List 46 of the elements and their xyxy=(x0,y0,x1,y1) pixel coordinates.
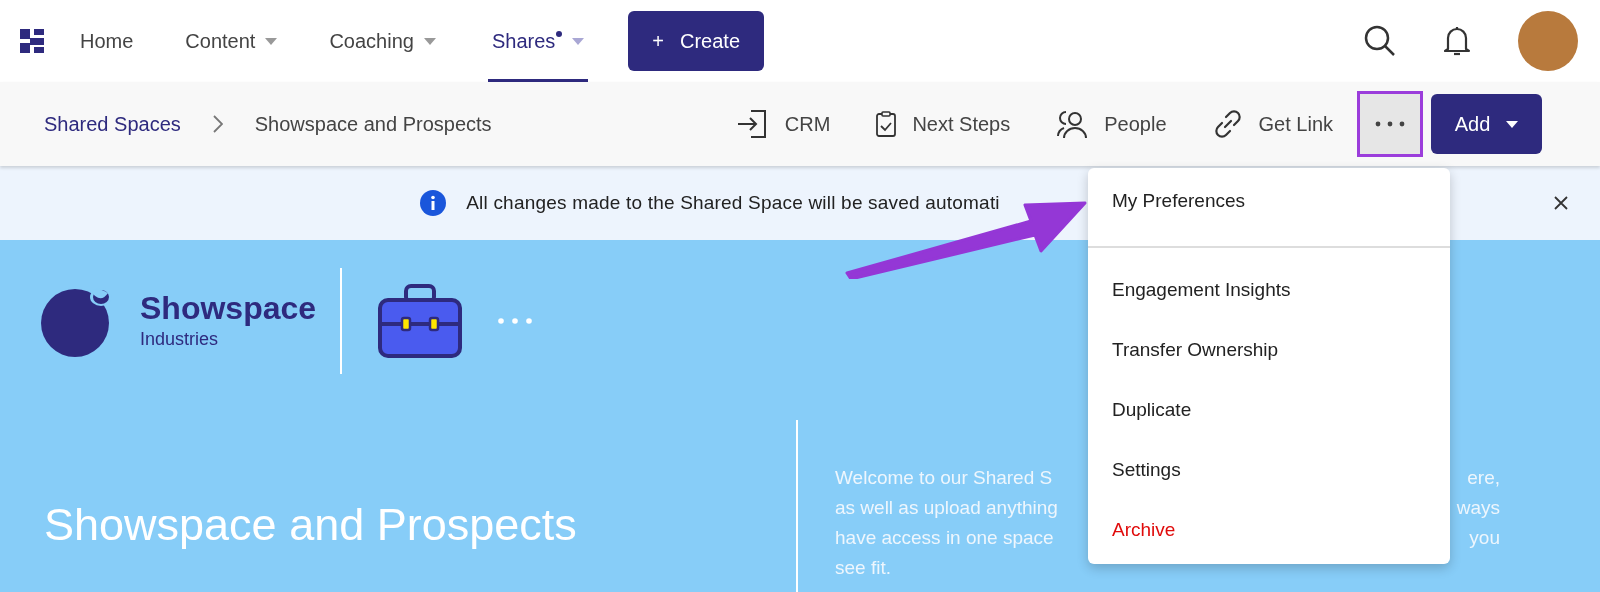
caret-icon xyxy=(423,37,436,45)
breadcrumb-link[interactable]: Shared Spaces xyxy=(44,109,181,139)
welcome-text: have access in one space xyxy=(835,526,1054,550)
create-button[interactable]: + Create xyxy=(628,11,765,71)
app-logo[interactable] xyxy=(20,29,44,53)
welcome-text: ways xyxy=(1456,496,1500,520)
banner-message: All changes made to the Shared Space will be saved automati xyxy=(466,190,1000,215)
briefcase-icon xyxy=(378,284,463,358)
link-icon xyxy=(1212,109,1243,139)
toolbar-action[interactable]: CRM xyxy=(736,109,831,139)
ellipsis-icon xyxy=(1375,121,1405,127)
company-name: Showspace xyxy=(140,289,317,326)
close-icon[interactable] xyxy=(1554,196,1568,210)
nav-tab[interactable]: Content xyxy=(185,0,278,82)
add-button[interactable]: Add xyxy=(1431,94,1542,154)
sign-in-icon xyxy=(736,109,769,139)
menu-item[interactable]: Transfer Ownership xyxy=(1088,320,1450,380)
chevron-right-icon xyxy=(212,115,223,133)
bell-icon[interactable] xyxy=(1444,25,1470,57)
welcome-text: as well as upload anything xyxy=(835,496,1058,520)
menu-item[interactable]: Engagement Insights xyxy=(1088,260,1450,320)
welcome-text: ere, xyxy=(1467,466,1500,490)
toolbar-action[interactable]: Get Link xyxy=(1212,109,1333,139)
menu-item[interactable]: Settings xyxy=(1088,440,1450,500)
breadcrumb-current: Showspace and Prospects xyxy=(254,112,492,137)
space-title: Showspace and Prospects xyxy=(44,502,577,547)
toolbar-action[interactable]: Next Steps xyxy=(876,109,1011,139)
menu-item[interactable]: My Preferences xyxy=(1088,172,1450,248)
caret-icon xyxy=(572,37,585,45)
caret-icon xyxy=(265,37,278,45)
more-options-button[interactable] xyxy=(1357,91,1423,157)
caret-icon xyxy=(1506,120,1519,128)
nav-tab[interactable]: Home xyxy=(80,0,134,82)
welcome-text: you xyxy=(1469,526,1500,550)
company-tagline: Industries xyxy=(140,327,220,351)
clipboard-check-icon xyxy=(876,111,897,137)
menu-item[interactable]: Archive xyxy=(1088,500,1450,560)
welcome-text: see fit. xyxy=(835,556,891,580)
menu-item[interactable]: Duplicate xyxy=(1088,380,1450,440)
nav-tab[interactable]: Coaching xyxy=(329,0,436,82)
search-icon[interactable] xyxy=(1364,25,1396,57)
people-icon xyxy=(1056,109,1089,139)
info-icon xyxy=(420,190,447,216)
welcome-text: Welcome to our Shared S xyxy=(835,466,1053,490)
toolbar-action[interactable]: People xyxy=(1056,109,1167,139)
avatar[interactable] xyxy=(1518,11,1578,71)
